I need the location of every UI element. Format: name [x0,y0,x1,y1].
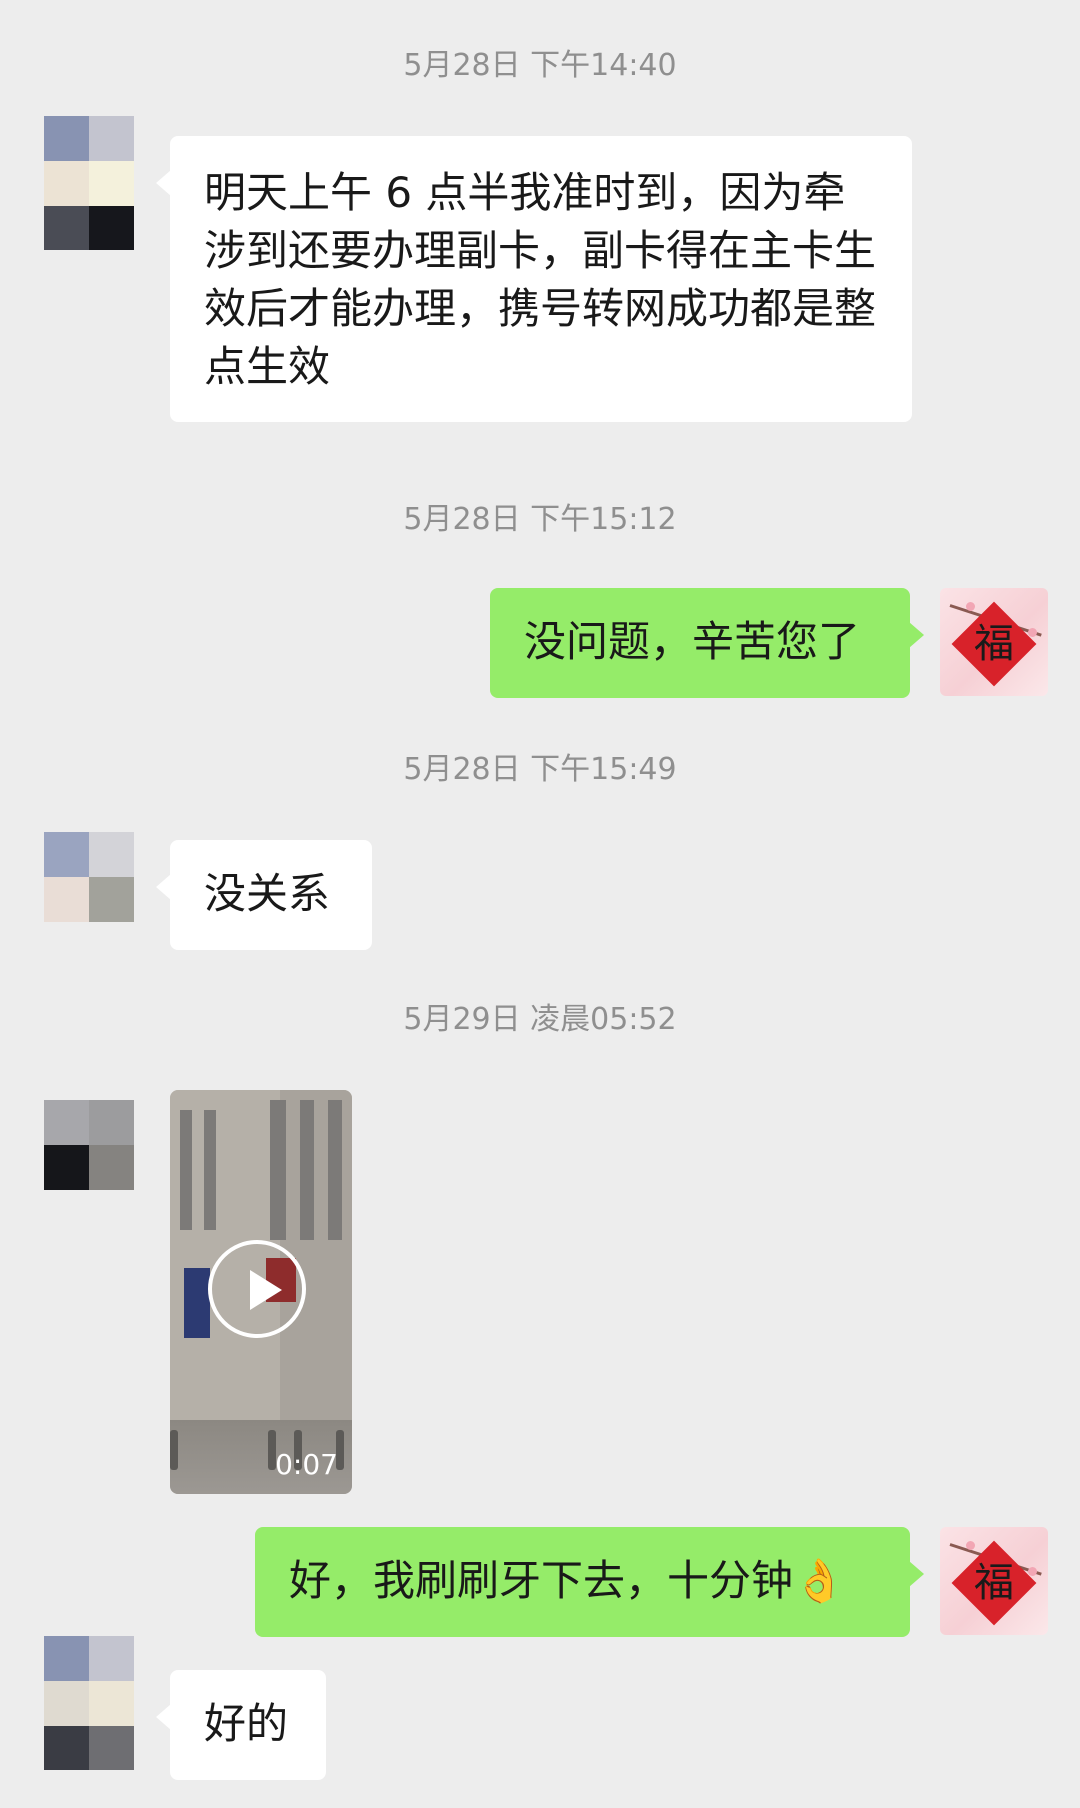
message-bubble-incoming[interactable]: 好的 [156,1670,326,1780]
play-icon[interactable] [208,1240,306,1338]
fu-blessing-avatar-icon[interactable]: 福 [940,1527,1048,1635]
contact-avatar[interactable] [44,832,134,922]
timestamp: 5月28日 下午15:49 [403,752,677,787]
message-bubble-incoming[interactable]: 没关系 [156,840,372,950]
message-bubble-outgoing[interactable]: 好，我刷刷牙下去，十分钟👌 [255,1527,924,1637]
video-message[interactable]: 0:07 [170,1090,352,1494]
timestamp: 5月29日 凌晨05:52 [403,1002,677,1037]
contact-avatar[interactable] [44,1636,134,1770]
timestamp: 5月28日 下午15:12 [403,502,677,537]
video-duration: 0:07 [275,1448,338,1481]
fu-blessing-avatar-icon[interactable]: 福 [940,588,1048,696]
timestamp: 5月28日 下午14:40 [403,48,677,83]
contact-avatar[interactable] [44,1100,134,1190]
message-bubble-outgoing[interactable]: 没问题，辛苦您了 [490,588,924,698]
message-bubble-incoming[interactable]: 明天上午 6 点半我准时到，因为牵涉到还要办理副卡，副卡得在主卡生效后才能办理，… [156,136,912,422]
contact-avatar[interactable] [44,116,134,250]
